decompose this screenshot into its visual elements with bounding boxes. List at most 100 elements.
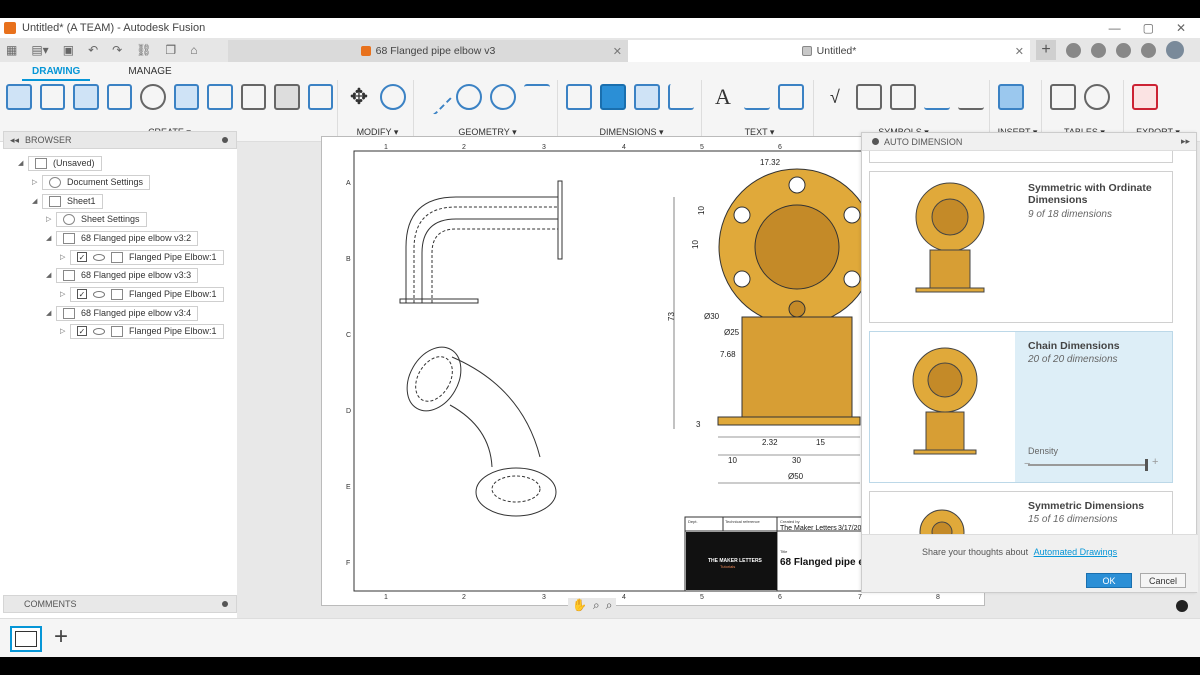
tab-manage[interactable]: MANAGE <box>118 64 181 81</box>
ok-button[interactable]: OK <box>1086 573 1132 588</box>
zoom-icon[interactable]: ⌕ <box>593 598 600 613</box>
auto-dimension-icon[interactable] <box>600 84 626 110</box>
file-menu-icon[interactable]: ▤▾ <box>31 43 48 57</box>
option-chain-dimensions[interactable]: Chain Dimensions 20 of 20 dimensions Den… <box>869 331 1173 483</box>
sheet-thumbnail[interactable] <box>10 626 42 652</box>
pin-browser-icon[interactable] <box>222 137 228 143</box>
tree-node-component-3[interactable]: ▷ ✓ Flanged Pipe Elbow:1 <box>60 323 224 339</box>
link-icon[interactable]: ⛓ <box>136 43 151 57</box>
table-icon[interactable] <box>1050 84 1076 110</box>
notifications-icon[interactable] <box>1116 42 1131 58</box>
centerline-geometry-icon[interactable] <box>416 78 454 116</box>
export-pdf-icon[interactable] <box>1132 84 1158 110</box>
col-label: 2 <box>462 594 466 601</box>
note-icon[interactable] <box>778 84 804 110</box>
dimension-icon[interactable] <box>566 84 592 110</box>
tree-node-sheet1[interactable]: ◢ Sheet1 <box>32 193 103 209</box>
automated-drawings-link[interactable]: Automated Drawings <box>1034 547 1118 557</box>
tree-node-document-settings[interactable]: ▷ Document Settings <box>32 174 151 190</box>
status-icon[interactable] <box>1176 600 1188 612</box>
add-sheet-icon[interactable]: + <box>54 623 68 651</box>
feature-control-frame-icon[interactable] <box>856 84 882 110</box>
extensions-icon[interactable] <box>1066 42 1081 58</box>
panel-pin-icon[interactable] <box>872 138 879 145</box>
close-window-icon[interactable]: ✕ <box>1176 21 1186 35</box>
job-status-icon[interactable] <box>1091 42 1106 58</box>
undo-icon[interactable]: ↶ <box>88 43 98 57</box>
user-avatar[interactable] <box>1166 41 1184 59</box>
ordinate-dimension-icon[interactable] <box>668 84 694 110</box>
save-icon[interactable]: ▣ <box>63 43 74 57</box>
option-card-partial[interactable] <box>869 151 1173 163</box>
center-mark-icon[interactable] <box>456 84 482 110</box>
close-tab-icon[interactable]: ✕ <box>613 45 622 58</box>
eye-icon[interactable] <box>93 253 105 261</box>
option-symmetric-dimensions[interactable]: Symmetric Dimensions 15 of 16 dimensions <box>869 491 1173 555</box>
redo-icon[interactable]: ↷ <box>112 43 122 57</box>
visibility-checkbox[interactable]: ✓ <box>77 326 87 336</box>
taper-slope-icon[interactable] <box>958 84 984 110</box>
rotate-icon[interactable] <box>380 84 406 110</box>
collapse-browser-icon[interactable]: ◂◂ <box>10 135 19 146</box>
density-slider-thumb[interactable] <box>1145 459 1148 471</box>
maximize-icon[interactable]: ▢ <box>1143 21 1154 35</box>
pin-comments-icon[interactable] <box>222 601 228 607</box>
minimize-icon[interactable]: — <box>1109 21 1121 35</box>
close-tab-icon[interactable]: ✕ <box>1015 45 1024 58</box>
weld-symbol-icon[interactable] <box>924 84 950 110</box>
move-icon[interactable]: ✥ <box>346 84 372 110</box>
zoom-window-icon[interactable]: ⌕ <box>606 598 613 613</box>
insert-image-icon[interactable] <box>998 84 1024 110</box>
section-view-icon[interactable] <box>73 84 99 110</box>
help-icon[interactable] <box>1141 42 1156 58</box>
export-group: EXPORT ▾ <box>1128 80 1188 140</box>
expand-panel-icon[interactable]: ▸▸ <box>1181 136 1190 147</box>
component-icon[interactable] <box>274 84 300 110</box>
centerline-icon[interactable] <box>240 84 266 110</box>
density-minus-icon[interactable]: − <box>1024 458 1030 470</box>
tree-node-sheet-settings[interactable]: ▷ Sheet Settings <box>46 211 147 227</box>
tab-untitled[interactable]: Untitled* ✕ <box>628 40 1030 62</box>
projected-view-icon[interactable] <box>39 84 65 110</box>
option-symmetric-ordinate[interactable]: Symmetric with Ordinate Dimensions 9 of … <box>869 171 1173 323</box>
density-slider[interactable] <box>1028 459 1148 471</box>
tab-drawing[interactable]: DRAWING <box>22 64 91 81</box>
leader-icon[interactable] <box>744 84 770 110</box>
auto-dimension-panel: AUTO DIMENSION ▸▸ Symmetric with Ordinat… <box>861 132 1198 593</box>
tree-node-component-1[interactable]: ▷ ✓ Flanged Pipe Elbow:1 <box>60 249 224 265</box>
front-view[interactable] <box>717 168 876 426</box>
tree-node-view-2[interactable]: ◢ 68 Flanged pipe elbow v3:2 <box>46 230 199 246</box>
pan-icon[interactable]: ✋ <box>572 598 587 613</box>
apps-grid-icon[interactable]: ▦ <box>6 43 17 57</box>
tree-node-component-2[interactable]: ▷ ✓ Flanged Pipe Elbow:1 <box>60 286 224 302</box>
eye-icon[interactable] <box>93 290 105 298</box>
update-view-icon[interactable] <box>207 84 233 110</box>
visibility-checkbox[interactable]: ✓ <box>77 252 87 262</box>
break-view-icon[interactable] <box>140 84 166 110</box>
cancel-button[interactable]: Cancel <box>1140 573 1186 588</box>
edge-extension-icon[interactable] <box>524 84 550 110</box>
col-label: 1 <box>384 144 388 151</box>
home-icon[interactable]: ⌂ <box>190 43 197 57</box>
tab-68-flanged-pipe-elbow[interactable]: 68 Flanged pipe elbow v3 ✕ <box>228 40 628 62</box>
tree-node-view-4[interactable]: ◢ 68 Flanged pipe elbow v3:4 <box>46 305 199 321</box>
tree-node-unsaved[interactable]: ◢ (Unsaved) <box>18 155 102 171</box>
side-view[interactable] <box>399 180 563 304</box>
base-view-icon[interactable] <box>6 84 32 110</box>
iso-view[interactable] <box>396 338 557 517</box>
datum-identifier-icon[interactable] <box>890 84 916 110</box>
sketch-icon[interactable] <box>307 84 333 110</box>
balloon-icon[interactable] <box>1084 84 1110 110</box>
surface-texture-icon[interactable]: √ <box>822 84 848 110</box>
visibility-checkbox[interactable]: ✓ <box>77 289 87 299</box>
center-pattern-icon[interactable] <box>490 84 516 110</box>
move-view-icon[interactable] <box>173 84 199 110</box>
eye-icon[interactable] <box>93 327 105 335</box>
detail-view-icon[interactable] <box>106 84 132 110</box>
density-plus-icon[interactable]: + <box>1152 456 1158 468</box>
tree-node-view-3[interactable]: ◢ 68 Flanged pipe elbow v3:3 <box>46 267 199 283</box>
text-icon[interactable]: A <box>710 84 736 110</box>
baseline-dimension-icon[interactable] <box>634 84 660 110</box>
copy-icon[interactable]: ❐ <box>165 43 176 57</box>
new-tab-button[interactable]: + <box>1036 40 1056 60</box>
